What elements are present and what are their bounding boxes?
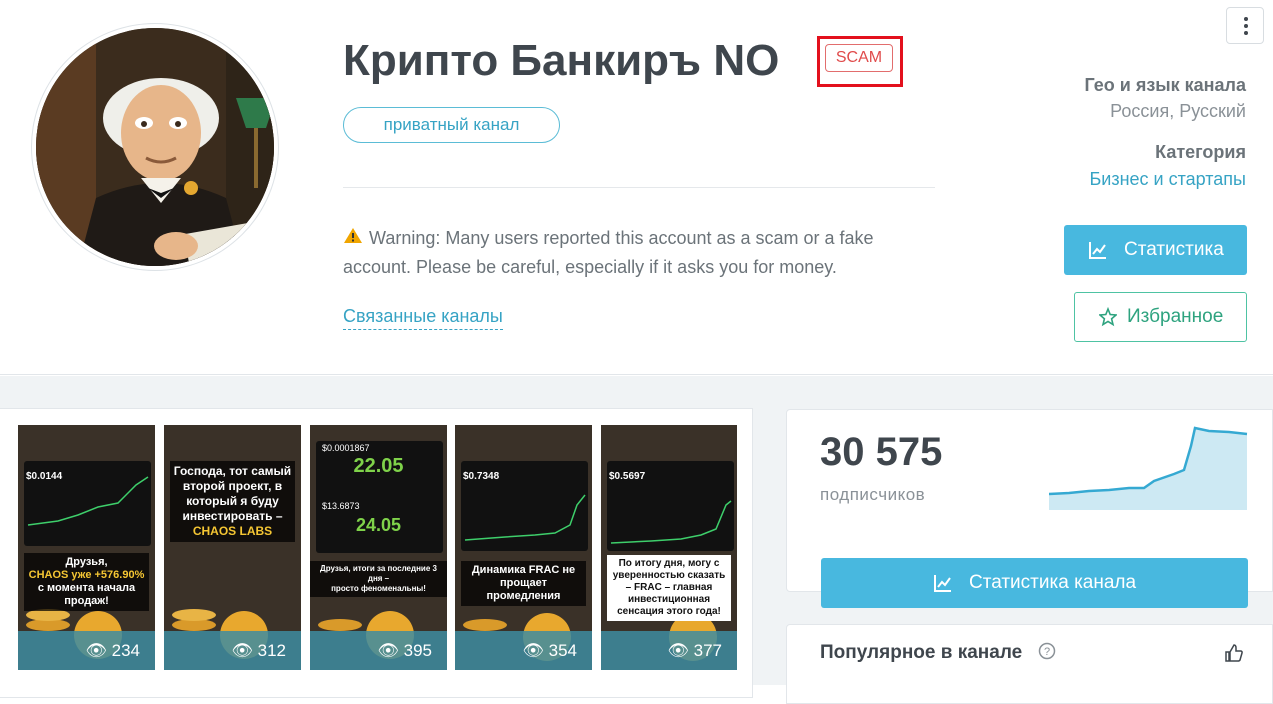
eye-icon: 👁 — [85, 641, 112, 660]
statistics-button[interactable]: Статистика — [1064, 225, 1247, 275]
favorite-label: Избранное — [1127, 306, 1224, 327]
private-channel-badge: приватный канал — [343, 107, 560, 143]
statistics-label: Статистика — [1124, 239, 1224, 260]
eye-icon: 👁 — [522, 641, 549, 660]
geo-value: Россия, Русский — [1110, 101, 1246, 121]
chart-icon — [1089, 225, 1107, 295]
scam-warning: Warning: Many users reported this accoun… — [343, 224, 943, 282]
post-views: 👁 354 — [455, 631, 592, 670]
eye-icon: 👁 — [667, 641, 694, 660]
star-icon — [1098, 293, 1118, 360]
post-preview[interactable]: $0.5697 По итогу дня, могу с уверенность… — [601, 425, 737, 670]
post-caption: По итогу дня, могу с уверенностью сказат… — [607, 555, 731, 621]
eye-icon: 👁 — [231, 641, 258, 660]
post-caption: Друзья, CHAOS уже +576.90% с момента нач… — [24, 553, 149, 611]
favorite-button[interactable]: Избранное — [1074, 292, 1247, 342]
post-ticker: $0.0001867 — [322, 443, 370, 453]
more-vert-icon — [1244, 17, 1248, 21]
related-channels-link[interactable]: Связанные каналы — [343, 306, 503, 330]
post-caption: Господа, тот самый второй проект, в кото… — [170, 461, 295, 542]
geo-label: Гео и язык канала — [1084, 75, 1246, 95]
warning-text: Warning: Many users reported this accoun… — [343, 228, 874, 277]
posts-card: $0.0144 Друзья, CHAOS уже +576.90% с мом… — [0, 408, 753, 698]
post-ticker: $0.5697 — [609, 471, 646, 482]
channel-title: Крипто Банкиръ NO — [343, 36, 780, 85]
post-views: 👁 395 — [310, 631, 447, 670]
more-menu-button[interactable] — [1226, 7, 1264, 44]
warning-icon — [343, 224, 363, 253]
post-caption: Динамика FRAC не прощает промедления — [461, 561, 586, 606]
scam-badge: SCAM — [825, 44, 893, 72]
post-views: 👁 377 — [601, 631, 737, 670]
post-ticker: $13.6873 — [322, 501, 360, 511]
popular-title: Популярное в канале — [820, 642, 1023, 663]
post-preview[interactable]: $0.0144 Друзья, CHAOS уже +576.90% с мом… — [18, 425, 155, 670]
post-ticker: $0.7348 — [463, 471, 500, 482]
post-preview[interactable]: $0.7348 Динамика FRAC не прощает промедл… — [455, 425, 592, 670]
divider — [343, 187, 935, 188]
channel-statistics-button[interactable]: Статистика канала — [821, 558, 1248, 608]
post-caption: Друзья, итоги за последние 3 дня – прост… — [310, 561, 447, 597]
post-preview[interactable]: $0.0001867 22.05 $13.6873 24.05 Друзья, … — [310, 425, 447, 670]
post-big-value: 24.05 — [355, 515, 402, 535]
subscriber-count: 30 575 — [820, 430, 943, 474]
chart-icon — [934, 558, 952, 628]
popular-card: Популярное в канале ? — [786, 624, 1273, 704]
thumbs-up-icon[interactable] — [1224, 643, 1244, 668]
help-icon[interactable]: ? — [1038, 642, 1056, 665]
category-link[interactable]: Бизнес и стартапы — [1089, 169, 1246, 190]
subscriber-sparkline — [1049, 426, 1248, 510]
channel-header: Крипто Банкиръ NO SCAM приватный канал W… — [0, 0, 1273, 375]
subscribers-card: 30 575 подписчиков Статистика канала — [786, 409, 1273, 608]
post-preview[interactable]: Господа, тот самый второй проект, в кото… — [164, 425, 301, 670]
post-ticker: $0.0144 — [26, 471, 63, 482]
channel-avatar — [32, 24, 278, 270]
eye-icon: 👁 — [377, 641, 404, 660]
content-area: $0.0144 Друзья, CHAOS уже +576.90% с мом… — [0, 376, 1273, 704]
subscriber-label: подписчиков — [820, 485, 926, 504]
svg-text:?: ? — [1044, 646, 1050, 658]
post-views: 👁 234 — [18, 631, 155, 670]
channel-statistics-label: Статистика канала — [969, 572, 1137, 593]
category-label: Категория — [1155, 142, 1246, 162]
post-views: 👁 312 — [164, 631, 301, 670]
post-big-value: 22.05 — [353, 455, 404, 477]
